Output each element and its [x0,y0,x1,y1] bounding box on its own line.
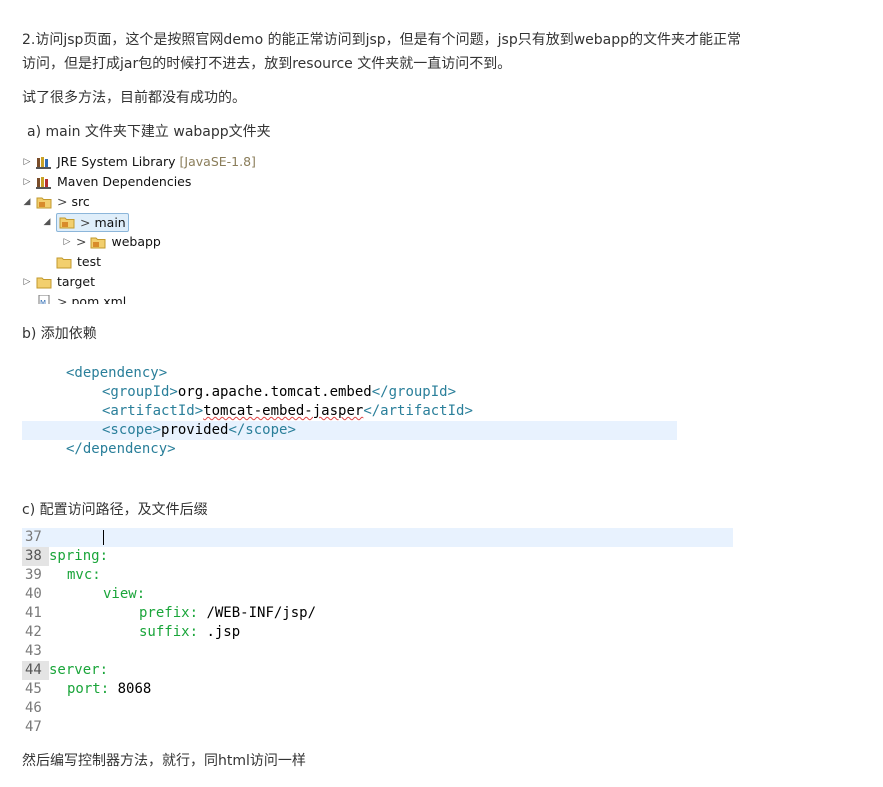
line-number: 42 [25,624,42,640]
step-b-heading: b) 添加依赖 [22,326,97,342]
expand-expanded-icon[interactable]: ◢ [42,212,52,232]
intro-line-1: 2.访问jsp页面，这个是按照官网demo 的能正常访问到jsp，但是有个问题，… [22,32,742,48]
code-line: 47 [22,718,733,737]
yaml-key: mvc: [67,567,101,583]
yaml-value: 8068 [109,681,152,697]
code-line: 46 [22,699,733,718]
tree-item-label: pom.xml [71,294,127,304]
tree-item-label: Maven Dependencies [57,174,192,189]
xml-tag: <artifactId> [102,403,204,419]
tree-item-suffix: [JavaSE-1.8] [179,154,256,169]
intro-line-2: 访问，但是打成jar包的时候打不进去，放到resource 文件夹就一直访问不到… [22,56,512,72]
tree-selection[interactable]: > main [56,212,129,232]
tree-item-jre[interactable]: ▷ JRE System Library [JavaSE-1.8] [22,152,256,172]
xml-tag: </groupId> [371,384,457,400]
code-line-highlighted: <scope>provided</scope> [22,421,677,440]
tree-item-label: src [71,194,90,209]
xml-tag: </artifactId> [363,403,473,419]
yaml-key: spring: [49,548,109,564]
tree-item-label: main [94,214,126,230]
line-number: 39 [25,567,42,583]
expand-collapsed-icon[interactable]: ▷ [22,272,32,292]
tree-item-main[interactable]: ◢ > main [42,212,129,232]
expand-expanded-icon[interactable]: ◢ [22,192,32,212]
expand-collapsed-icon[interactable]: ▷ [22,152,32,172]
yaml-key: port: [67,681,110,697]
line-number: 43 [25,643,42,659]
tree-item-test[interactable]: test [56,252,101,272]
line-number: 45 [25,681,42,697]
project-explorer-tree: ▷ JRE System Library [JavaSE-1.8] ▷ Mave… [22,152,262,304]
xml-tag: </scope> [228,422,296,438]
expand-collapsed-icon[interactable]: ▷ [22,172,32,192]
library-icon [36,155,52,169]
tree-item-label: webapp [111,234,161,249]
code-line: </dependency> [22,440,677,459]
tree-item-webapp[interactable]: ▷ > webapp [62,232,161,252]
line-number: 38 [22,547,49,566]
xml-file-icon: M [36,295,52,304]
code-line: <dependency> [22,364,677,383]
code-line: 44 server: [22,661,733,680]
code-line: 42 suffix: .jsp [22,623,733,642]
tree-item-label: target [57,274,96,289]
closing-paragraph: 然后编写控制器方法，就行，同html访问一样 [22,753,306,769]
yaml-value: .jsp [198,624,241,640]
yaml-value: /WEB-INF/jsp/ [198,605,317,621]
yaml-key: view: [103,586,146,602]
code-line: <artifactId>tomcat-embed-jasper</artifac… [22,402,677,421]
source-folder-icon [36,195,52,209]
step-a-heading: a) main 文件夹下建立 wabapp文件夹 [27,124,271,140]
tree-item-target[interactable]: ▷ target [22,272,95,292]
xml-tag: <groupId> [102,384,178,400]
line-number: 44 [22,661,49,680]
tree-item-src[interactable]: ◢ > src [22,192,90,212]
line-number: 47 [25,719,42,735]
xml-text: provided [161,422,229,438]
tree-item-pom[interactable]: M > pom.xml [36,292,126,304]
yaml-key: suffix: [139,624,199,640]
line-number: 46 [25,700,42,716]
xml-tag: <scope> [102,422,162,438]
xml-text: org.apache.tomcat.embed [177,384,372,400]
folder-icon [36,275,52,289]
xml-tag: <dependency> [66,365,168,381]
code-line: 45 port: 8068 [22,680,733,699]
intro-paragraph: 2.访问jsp页面，这个是按照官网demo 的能正常访问到jsp，但是有个问题，… [22,28,741,76]
step-c-heading: c) 配置访问路径，及文件后缀 [22,502,208,518]
source-folder-icon [90,235,106,249]
code-line-current[interactable]: 37 [22,528,733,547]
tree-item-maven-dependencies[interactable]: ▷ Maven Dependencies [22,172,191,192]
xml-code-block: <dependency> <groupId>org.apache.tomcat.… [22,364,677,459]
line-number: 37 [25,529,42,545]
tree-item-prefix: > [57,294,68,304]
yaml-key: server: [49,662,109,678]
tree-item-label: JRE System Library [57,154,176,169]
tree-item-prefix: > [76,234,87,249]
code-line: 39 mvc: [22,566,733,585]
library-icon [36,175,52,189]
tree-item-prefix: > [80,214,91,230]
code-line: 43 [22,642,733,661]
xml-tag: </dependency> [66,441,176,457]
svg-text:M: M [40,299,46,304]
tree-item-label: test [77,254,102,269]
line-number: 40 [25,586,42,602]
code-line: 38 spring: [22,547,733,566]
source-folder-icon [59,215,75,229]
line-number: 41 [25,605,42,621]
folder-icon [56,255,72,269]
text-cursor [103,530,104,545]
code-line: 41 prefix: /WEB-INF/jsp/ [22,604,733,623]
tree-item-prefix: > [57,194,68,209]
yaml-key: prefix: [139,605,199,621]
xml-text: tomcat-embed-jasper [203,403,364,419]
expand-collapsed-icon[interactable]: ▷ [62,232,72,252]
attempt-note: 试了很多方法，目前都没有成功的。 [22,90,246,106]
code-line: <groupId>org.apache.tomcat.embed</groupI… [22,383,677,402]
yaml-code-block: 37 38 spring: 39 mvc: 40 view: 41 prefix: /W… [22,528,733,737]
code-line: 40 view: [22,585,733,604]
